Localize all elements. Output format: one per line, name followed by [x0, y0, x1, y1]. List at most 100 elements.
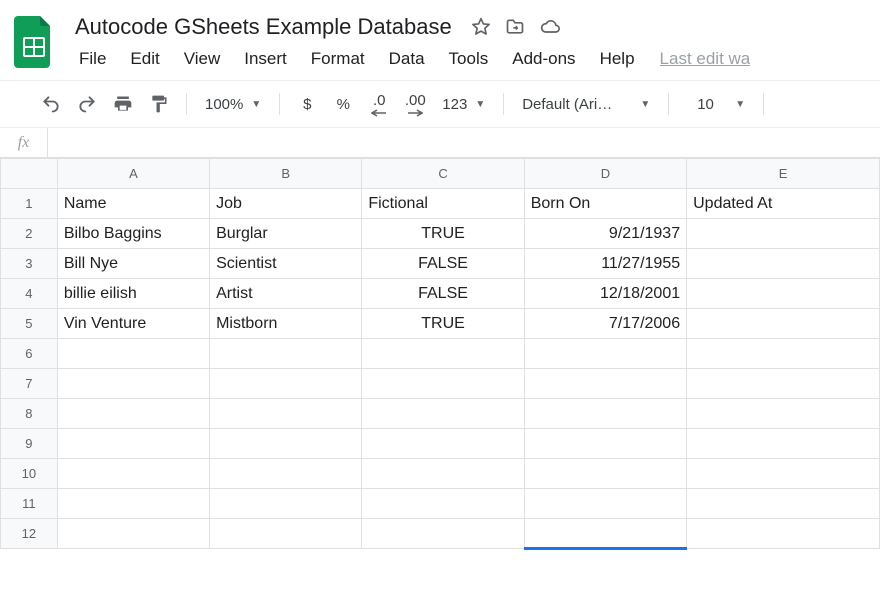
format-percent-button[interactable]: %: [328, 89, 358, 119]
cell[interactable]: 9/21/1937: [524, 219, 686, 249]
cell[interactable]: [57, 369, 209, 399]
row-header[interactable]: 8: [1, 399, 58, 429]
cell[interactable]: [524, 519, 686, 549]
menu-help[interactable]: Help: [589, 46, 646, 72]
menu-tools[interactable]: Tools: [438, 46, 500, 72]
cell[interactable]: Bill Nye: [57, 249, 209, 279]
cell[interactable]: [362, 459, 524, 489]
cell[interactable]: [687, 459, 880, 489]
cell[interactable]: TRUE: [362, 219, 524, 249]
sheets-logo[interactable]: [10, 10, 58, 74]
menu-data[interactable]: Data: [378, 46, 436, 72]
cell[interactable]: Artist: [210, 279, 362, 309]
star-icon[interactable]: [471, 17, 491, 37]
cell[interactable]: [687, 309, 880, 339]
cell[interactable]: [362, 519, 524, 549]
row-header[interactable]: 4: [1, 279, 58, 309]
cell[interactable]: [524, 459, 686, 489]
cell[interactable]: [687, 369, 880, 399]
cell[interactable]: Name: [57, 189, 209, 219]
menu-addons[interactable]: Add-ons: [501, 46, 586, 72]
menu-insert[interactable]: Insert: [233, 46, 298, 72]
spreadsheet-grid[interactable]: A B C D E 1 Name Job Fictional Born On U…: [0, 158, 880, 550]
move-icon[interactable]: [505, 17, 525, 37]
cell[interactable]: Mistborn: [210, 309, 362, 339]
cell[interactable]: [210, 399, 362, 429]
cell[interactable]: FALSE: [362, 249, 524, 279]
cell[interactable]: Bilbo Baggins: [57, 219, 209, 249]
row-header[interactable]: 12: [1, 519, 58, 549]
col-header-E[interactable]: E: [687, 159, 880, 189]
row-header[interactable]: 2: [1, 219, 58, 249]
col-header-C[interactable]: C: [362, 159, 524, 189]
cell[interactable]: TRUE: [362, 309, 524, 339]
cell[interactable]: [524, 399, 686, 429]
row-header[interactable]: 5: [1, 309, 58, 339]
cell[interactable]: [210, 489, 362, 519]
col-header-D[interactable]: D: [524, 159, 686, 189]
row-header[interactable]: 1: [1, 189, 58, 219]
cell[interactable]: [57, 459, 209, 489]
cell[interactable]: Fictional: [362, 189, 524, 219]
cell[interactable]: [57, 429, 209, 459]
cell[interactable]: [524, 489, 686, 519]
increase-decimal-button[interactable]: .00: [400, 89, 430, 119]
document-title[interactable]: Autocode GSheets Example Database: [68, 11, 459, 43]
font-size-dropdown[interactable]: 10 ▼: [681, 96, 751, 113]
row-header[interactable]: 6: [1, 339, 58, 369]
cell[interactable]: [362, 399, 524, 429]
cell[interactable]: [362, 339, 524, 369]
cell[interactable]: [687, 219, 880, 249]
more-formats-dropdown[interactable]: 123 ▼: [436, 96, 491, 113]
cell[interactable]: Burglar: [210, 219, 362, 249]
cell[interactable]: [687, 339, 880, 369]
font-family-dropdown[interactable]: Default (Ari… ▼: [516, 96, 656, 113]
cell[interactable]: 7/17/2006: [524, 309, 686, 339]
cell[interactable]: [210, 369, 362, 399]
cell[interactable]: [362, 489, 524, 519]
cell[interactable]: [210, 459, 362, 489]
cell[interactable]: Scientist: [210, 249, 362, 279]
cell[interactable]: [524, 339, 686, 369]
cell[interactable]: [57, 519, 209, 549]
cell[interactable]: [57, 399, 209, 429]
fx-label[interactable]: fx: [0, 128, 48, 157]
row-header[interactable]: 11: [1, 489, 58, 519]
menu-file[interactable]: File: [68, 46, 117, 72]
decrease-decimal-button[interactable]: .0: [364, 89, 394, 119]
cell[interactable]: Job: [210, 189, 362, 219]
cell[interactable]: [687, 249, 880, 279]
cell[interactable]: Updated At: [687, 189, 880, 219]
zoom-dropdown[interactable]: 100% ▼: [199, 96, 267, 113]
col-header-B[interactable]: B: [210, 159, 362, 189]
redo-button[interactable]: [72, 89, 102, 119]
col-header-A[interactable]: A: [57, 159, 209, 189]
cell[interactable]: FALSE: [362, 279, 524, 309]
cell[interactable]: Vin Venture: [57, 309, 209, 339]
menu-format[interactable]: Format: [300, 46, 376, 72]
last-edit-link[interactable]: Last edit wa: [660, 49, 751, 69]
print-button[interactable]: [108, 89, 138, 119]
row-header[interactable]: 3: [1, 249, 58, 279]
cell[interactable]: 11/27/1955: [524, 249, 686, 279]
cell[interactable]: [687, 399, 880, 429]
cell[interactable]: [687, 279, 880, 309]
cell[interactable]: [210, 519, 362, 549]
cell[interactable]: 12/18/2001: [524, 279, 686, 309]
cloud-status-icon[interactable]: [539, 17, 561, 37]
row-header[interactable]: 10: [1, 459, 58, 489]
menu-view[interactable]: View: [173, 46, 232, 72]
select-all-corner[interactable]: [1, 159, 58, 189]
cell[interactable]: [362, 429, 524, 459]
format-currency-button[interactable]: $: [292, 89, 322, 119]
cell[interactable]: [687, 519, 880, 549]
cell[interactable]: [57, 339, 209, 369]
menu-edit[interactable]: Edit: [119, 46, 170, 72]
cell[interactable]: [687, 429, 880, 459]
cell[interactable]: Born On: [524, 189, 686, 219]
cell[interactable]: billie eilish: [57, 279, 209, 309]
row-header[interactable]: 9: [1, 429, 58, 459]
cell[interactable]: [57, 489, 209, 519]
row-header[interactable]: 7: [1, 369, 58, 399]
paint-format-button[interactable]: [144, 89, 174, 119]
